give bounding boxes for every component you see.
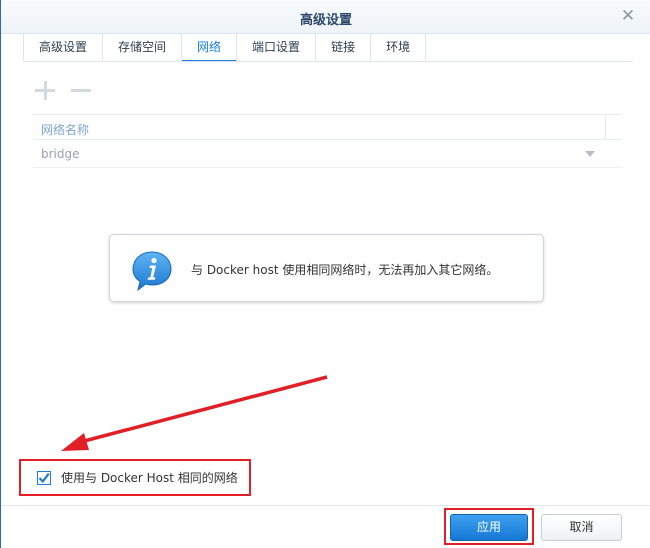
column-header-network-name[interactable]: 网络名称 (41, 121, 89, 138)
checkmark-icon (38, 472, 50, 484)
tab-port-settings[interactable]: 端口设置 (237, 34, 317, 62)
chevron-down-icon[interactable] (585, 151, 595, 157)
minus-icon[interactable] (69, 78, 93, 102)
dialog-title: 高级设置 (299, 13, 352, 28)
tab-environment[interactable]: 环境 (371, 34, 427, 62)
cancel-button[interactable]: 取消 (541, 514, 622, 541)
apply-button[interactable]: 应用 (450, 514, 528, 541)
network-toolbar (33, 78, 93, 102)
plus-icon[interactable] (33, 78, 57, 102)
same-network-option-highlight: 使用与 Docker Host 相同的网络 (19, 459, 251, 496)
notice-message: 与 Docker host 使用相同网络时，无法再加入其它网络。 (191, 263, 499, 277)
tab-links[interactable]: 链接 (316, 34, 372, 62)
tab-storage[interactable]: 存储空间 (103, 34, 183, 62)
tab-divider (23, 61, 633, 62)
same-network-checkbox[interactable] (37, 471, 51, 485)
table-row[interactable]: bridge (33, 140, 622, 168)
footer-divider (1, 505, 650, 506)
title-bar: 高级设置 ✕ (1, 0, 650, 34)
advanced-settings-dialog: 高级设置 ✕ 高级设置 存储空间 网络 端口设置 链接 环境 网络名称 brid… (0, 0, 650, 548)
tab-bar: 高级设置 存储空间 网络 端口设置 链接 环境 (23, 34, 427, 62)
table-header: 网络名称 (33, 114, 622, 140)
tab-advanced-settings[interactable]: 高级设置 (23, 34, 104, 62)
tab-network[interactable]: 网络 (182, 34, 238, 62)
info-icon (132, 251, 172, 292)
info-notice: 与 Docker host 使用相同网络时，无法再加入其它网络。 (109, 234, 544, 302)
close-icon[interactable]: ✕ (619, 7, 637, 25)
network-table: 网络名称 bridge (33, 114, 622, 168)
column-divider (605, 115, 606, 139)
network-name-cell: bridge (41, 147, 80, 161)
same-network-label[interactable]: 使用与 Docker Host 相同的网络 (61, 469, 238, 486)
